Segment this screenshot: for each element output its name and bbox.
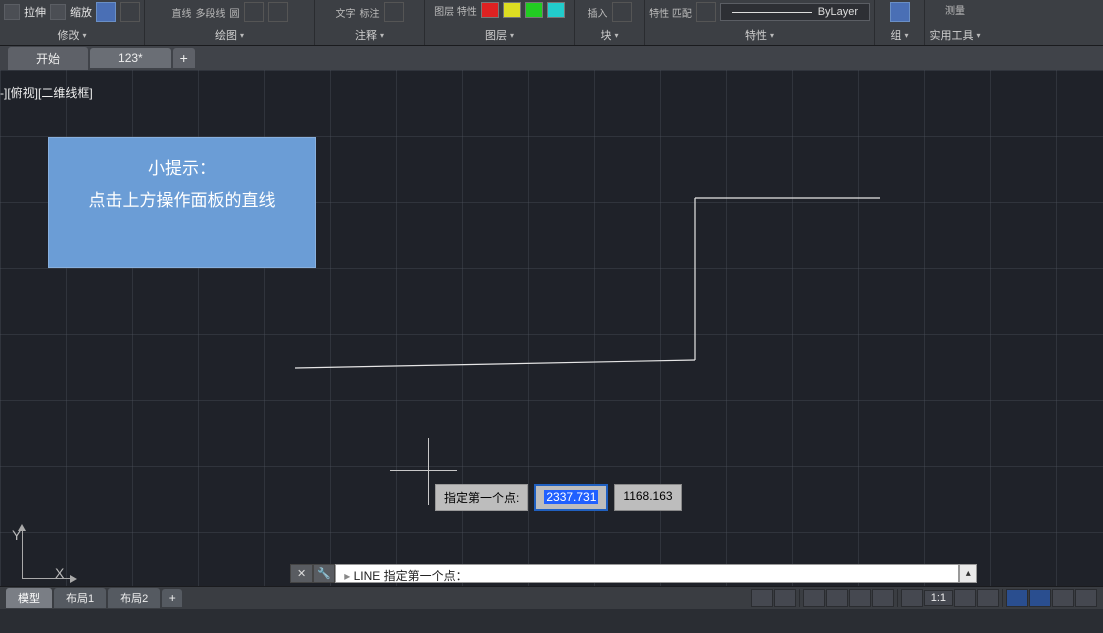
cleanscreen-toggle[interactable] — [1052, 589, 1074, 607]
osnap-toggle[interactable] — [872, 589, 894, 607]
ribbon-group-group: 组 — [875, 0, 925, 45]
matchprops-button[interactable]: 特性 匹配 — [649, 5, 692, 20]
layer-color-green-icon[interactable] — [525, 2, 543, 18]
group-icon[interactable] — [890, 2, 910, 22]
annotation-scale[interactable]: 1:1 — [924, 590, 953, 606]
crosshair-vertical-icon — [428, 438, 429, 505]
ribbon-label-block[interactable]: 块 — [600, 27, 618, 43]
dyn-prompt: 指定第一个点: — [435, 484, 528, 511]
stretch-button[interactable]: 拉伸 — [24, 4, 46, 20]
dim-button[interactable]: 标注 — [360, 5, 380, 20]
props-color-chip[interactable] — [696, 2, 716, 22]
measure-button[interactable]: 测量 — [945, 2, 965, 17]
insert-button[interactable]: 插入 — [588, 5, 608, 20]
ribbon-label-draw[interactable]: 绘图 — [215, 27, 244, 43]
tab-current[interactable]: 123* — [90, 48, 171, 68]
lineweight-preview-icon — [732, 12, 812, 13]
customize-status-button[interactable] — [1075, 589, 1097, 607]
ortho-toggle[interactable] — [826, 589, 848, 607]
cmdline-expand-button[interactable]: ▴ — [959, 564, 977, 583]
ribbon-label-props[interactable]: 特性 — [745, 27, 774, 43]
polar-toggle[interactable] — [849, 589, 871, 607]
layer-color-red-icon[interactable] — [481, 2, 499, 18]
layout-tab-add[interactable]: + — [162, 589, 182, 607]
ribbon-label-layer[interactable]: 图层 — [485, 27, 514, 43]
grid-toggle[interactable] — [774, 589, 796, 607]
bylayer-label: ByLayer — [818, 6, 858, 18]
layer-color-yellow-icon[interactable] — [503, 2, 521, 18]
ribbon-group-util: 测量 实用工具 — [925, 0, 985, 45]
ribbon-group-layer: 图层 特性 图层 — [425, 0, 575, 45]
tab-add-button[interactable]: + — [173, 48, 195, 68]
block-overflow[interactable] — [612, 2, 632, 22]
ribbon-label-modify[interactable]: 修改 — [57, 27, 86, 43]
scale-button[interactable]: 缩放 — [70, 4, 92, 20]
annoscale-toggle[interactable] — [901, 589, 923, 607]
status-toggles: 1:1 — [751, 589, 1097, 607]
stretch-icon[interactable] — [4, 4, 20, 20]
ribbon-group-modify: 拉伸 缩放 修改 — [0, 0, 145, 45]
ribbon-group-annot: 文字 标注 注释 — [315, 0, 425, 45]
circle-button[interactable]: 圆 — [230, 5, 240, 20]
drawing-canvas[interactable]: -][俯视][二维线框] 小提示： 点击上方操作面板的直线 指定第一个点: 23… — [0, 70, 1103, 586]
quickprops-toggle[interactable] — [1006, 589, 1028, 607]
draw-overflow-1[interactable] — [244, 2, 264, 22]
wrench-icon: 🔧 — [317, 567, 331, 580]
ribbon-label-util[interactable]: 实用工具 — [929, 27, 980, 43]
ribbon-bar: 拉伸 缩放 修改 直线 多段线 圆 绘图 文字 标注 注释 图层 特性 — [0, 0, 1103, 46]
workspace-toggle[interactable] — [1029, 589, 1051, 607]
modify-overflow-button[interactable] — [120, 2, 140, 22]
array-icon[interactable] — [96, 2, 116, 22]
crosshair-horizontal-icon — [390, 470, 457, 471]
line-button[interactable]: 直线 — [172, 5, 192, 20]
ribbon-label-group[interactable]: 组 — [890, 27, 908, 43]
cmdline-settings-button[interactable]: 🔧 — [313, 564, 335, 583]
cmdline-close-button[interactable]: ✕ — [290, 564, 313, 583]
layer-color-cyan-icon[interactable] — [547, 2, 565, 18]
ribbon-group-props: 特性 匹配 ByLayer 特性 — [645, 0, 875, 45]
layout-tab-2[interactable]: 布局2 — [108, 588, 160, 608]
layout-tab-1[interactable]: 布局1 — [54, 588, 106, 608]
command-line: ✕ 🔧 ▸ LINE 指定第一个点： ▴ — [290, 564, 977, 583]
table-icon[interactable] — [384, 2, 404, 22]
scale-icon[interactable] — [50, 4, 66, 20]
ribbon-group-draw: 直线 多段线 圆 绘图 — [145, 0, 315, 45]
ribbon-label-annot[interactable]: 注释 — [355, 27, 384, 43]
dynamic-input: 指定第一个点: 2337.731 1168.163 — [435, 484, 682, 511]
cmdline-input[interactable]: ▸ LINE 指定第一个点： — [335, 564, 959, 583]
dyn-y-input[interactable]: 1168.163 — [614, 484, 681, 511]
lineweight-selector[interactable]: ByLayer — [720, 3, 870, 21]
layout-tabs: 模型 布局1 布局2 + — [6, 588, 182, 608]
modelspace-toggle[interactable] — [751, 589, 773, 607]
status-bar: 模型 布局1 布局2 + 1:1 — [0, 586, 1103, 609]
tab-start[interactable]: 开始 — [8, 47, 88, 70]
layerprops-button[interactable]: 图层 特性 — [434, 3, 477, 18]
document-tabs: 开始 123* + — [0, 46, 1103, 70]
layout-tab-model[interactable]: 模型 — [6, 588, 52, 608]
transparency-toggle[interactable] — [977, 589, 999, 607]
text-button[interactable]: 文字 — [336, 5, 356, 20]
dyn-x-input[interactable]: 2337.731 — [534, 484, 608, 511]
polyline-button[interactable]: 多段线 — [196, 5, 226, 20]
draw-overflow-2[interactable] — [268, 2, 288, 22]
ribbon-group-block: 插入 块 — [575, 0, 645, 45]
snap-toggle[interactable] — [803, 589, 825, 607]
lineweight-toggle[interactable] — [954, 589, 976, 607]
